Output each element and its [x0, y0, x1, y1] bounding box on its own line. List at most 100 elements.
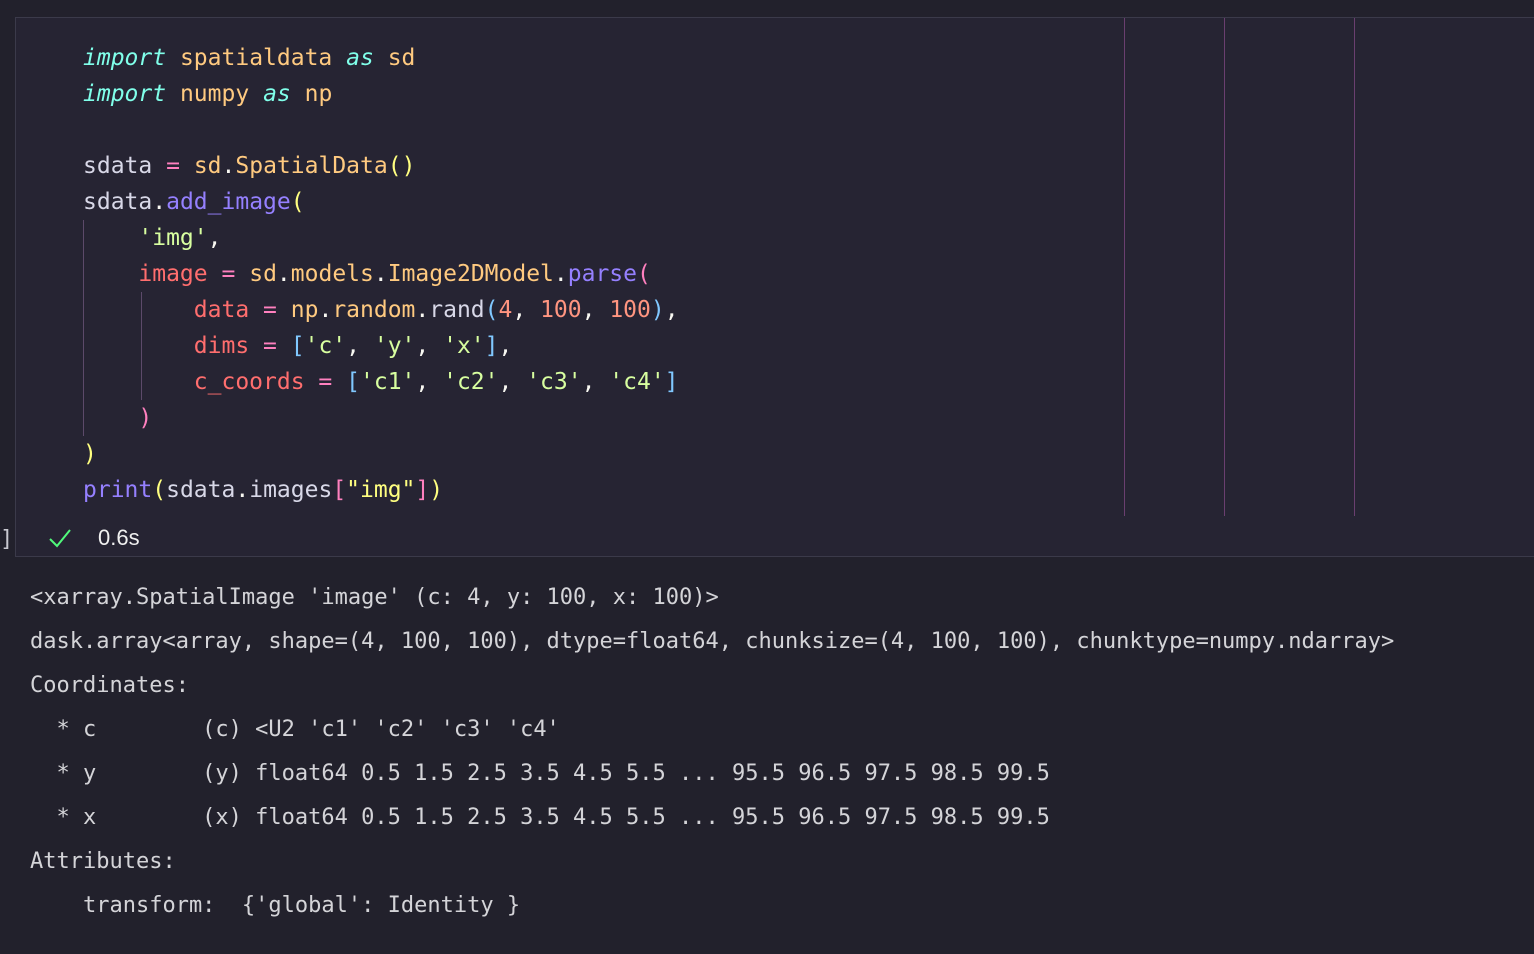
code-editor[interactable]: import spatialdata as sd import numpy as …: [83, 40, 679, 508]
code-token: [: [346, 369, 360, 395]
code-token: (: [637, 261, 651, 287]
code-token: =: [166, 153, 180, 179]
code-token: ,: [498, 333, 513, 359]
code-token: sdata: [166, 477, 236, 503]
code-token: ,: [415, 369, 444, 395]
code-token: =: [263, 333, 277, 359]
code-token: random: [332, 297, 416, 323]
code-line: import spatialdata as sd: [83, 40, 679, 76]
notebook-page: import spatialdata as sd import numpy as …: [0, 0, 1534, 954]
output-line: transform: {'global': Identity }: [30, 893, 521, 918]
code-token: ]: [484, 333, 499, 359]
code-token: 'c4': [609, 369, 665, 395]
code-token: sdata: [83, 189, 153, 215]
code-token: 100: [609, 297, 651, 323]
output-line: * c (c) <U2 'c1' 'c2' 'c3' 'c4': [30, 717, 560, 742]
code-line: print(sdata.images["img"]): [83, 472, 679, 508]
code-token: sd: [387, 45, 416, 71]
code-token: import: [83, 81, 167, 107]
code-line: sdata.add_image(: [83, 184, 679, 220]
code-token: image: [138, 261, 208, 287]
code-token: (: [152, 477, 167, 503]
code-token: 'x': [443, 333, 485, 359]
code-token: np: [304, 81, 333, 107]
code-token: ,: [664, 297, 679, 323]
code-token: (): [387, 153, 416, 179]
code-token: Image2DModel: [387, 261, 554, 287]
code-token: rand: [429, 297, 485, 323]
cell-output: <xarray.SpatialImage 'image' (c: 4, y: 1…: [30, 576, 1394, 928]
code-token: ,: [512, 297, 541, 323]
code-token: =: [318, 369, 333, 395]
code-token: as: [263, 81, 291, 107]
code-token: ,: [346, 333, 374, 359]
code-token: ): [138, 405, 153, 431]
code-token: 100: [540, 297, 582, 323]
code-token: .: [553, 261, 568, 287]
code-token: ,: [207, 225, 222, 251]
code-token: .: [235, 477, 250, 503]
ruler-line-2: [1224, 18, 1225, 516]
output-line: Coordinates:: [30, 673, 189, 698]
cell-gutter-marker: ]: [0, 527, 14, 552]
code-token: "img": [346, 477, 416, 503]
output-line: dask.array<array, shape=(4, 100, 100), d…: [30, 629, 1395, 654]
ruler-line-3: [1354, 18, 1355, 516]
code-token: ): [429, 477, 444, 503]
code-token: [: [332, 477, 347, 503]
code-token: ): [83, 441, 97, 467]
code-cell[interactable]: import spatialdata as sd import numpy as …: [15, 17, 1534, 557]
ruler-line-1: [1124, 18, 1125, 516]
code-token: sd: [249, 261, 277, 287]
code-token: sdata: [83, 153, 153, 179]
code-token: 'c3': [526, 369, 582, 395]
code-token: =: [221, 261, 236, 287]
code-line: dims = ['c', 'y', 'x'],: [83, 328, 679, 364]
code-line: import numpy as np: [83, 76, 679, 112]
code-token: =: [263, 297, 277, 323]
output-line: * x (x) float64 0.5 1.5 2.5 3.5 4.5 5.5 …: [30, 805, 1050, 830]
code-token: c_coords: [193, 369, 305, 395]
code-token: .: [318, 297, 333, 323]
code-token: .: [373, 261, 388, 287]
code-token: (: [290, 189, 305, 215]
code-token: as: [346, 45, 374, 71]
code-token: 'c2': [443, 369, 499, 395]
code-token: [: [290, 333, 305, 359]
code-token: import: [83, 45, 167, 71]
code-token: 'img': [138, 225, 208, 251]
output-line: * y (y) float64 0.5 1.5 2.5 3.5 4.5 5.5 …: [30, 761, 1050, 786]
code-token: sd: [193, 153, 222, 179]
code-token: numpy: [179, 81, 250, 107]
code-token: dims: [193, 333, 250, 359]
code-token: ,: [581, 297, 610, 323]
code-token: spatialdata: [179, 45, 333, 71]
output-line: <xarray.SpatialImage 'image' (c: 4, y: 1…: [30, 585, 719, 610]
code-token: ,: [581, 369, 610, 395]
code-token: (: [484, 297, 499, 323]
code-line: 'img',: [83, 220, 679, 256]
code-token: ,: [415, 333, 444, 359]
code-token: ]: [415, 477, 430, 503]
code-token: models: [290, 261, 374, 287]
code-token: .: [152, 189, 167, 215]
code-line: data = np.random.rand(4, 100, 100),: [83, 292, 679, 328]
code-token: 'c1': [360, 369, 416, 395]
code-token: .: [276, 261, 291, 287]
execution-time: 0.6s: [98, 525, 140, 550]
